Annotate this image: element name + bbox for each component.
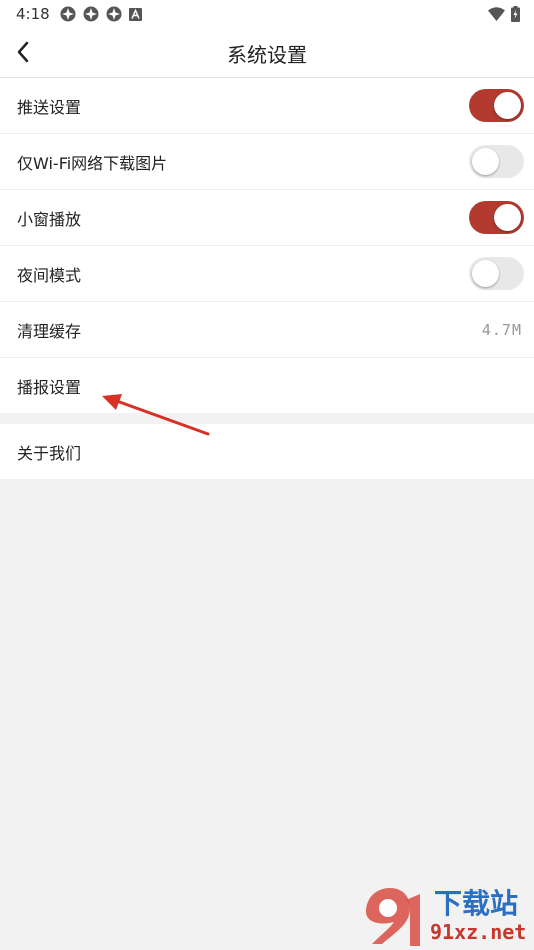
notification-icon bbox=[60, 6, 76, 22]
annotation-arrow-icon bbox=[102, 394, 210, 436]
a-icon bbox=[129, 7, 142, 21]
push-toggle[interactable] bbox=[469, 89, 524, 122]
toggle-knob bbox=[472, 148, 499, 175]
wifi-images-toggle[interactable] bbox=[469, 145, 524, 178]
wifi-icon bbox=[488, 7, 505, 21]
setting-row-wifi-images[interactable]: 仅Wi-Fi网络下载图片 bbox=[0, 134, 534, 190]
cache-size-value: 4.7M bbox=[481, 320, 522, 339]
setting-label: 关于我们 bbox=[17, 443, 82, 463]
status-notification-icons bbox=[60, 6, 142, 22]
notification-icon bbox=[83, 6, 99, 22]
setting-row-about[interactable]: 关于我们 bbox=[0, 424, 534, 479]
settings-list: 推送设置 仅Wi-Fi网络下载图片 小窗播放 夜间模式 清理缓存 4.7M 播报… bbox=[0, 78, 534, 413]
status-bar: 4:18 bbox=[0, 0, 534, 28]
setting-label: 夜间模式 bbox=[17, 265, 82, 285]
page-title: 系统设置 bbox=[227, 43, 307, 67]
mini-window-toggle[interactable] bbox=[469, 201, 524, 234]
setting-row-mini-window[interactable]: 小窗播放 bbox=[0, 190, 534, 246]
battery-icon bbox=[511, 6, 520, 22]
setting-label: 推送设置 bbox=[17, 97, 82, 117]
status-system-icons bbox=[488, 6, 520, 22]
toggle-knob bbox=[472, 260, 499, 287]
night-mode-toggle[interactable] bbox=[469, 257, 524, 290]
notification-icon bbox=[106, 6, 122, 22]
about-section: 关于我们 bbox=[0, 424, 534, 479]
watermark: 下载站 91xz.net bbox=[360, 884, 534, 950]
watermark-logo-icon bbox=[366, 888, 420, 946]
watermark-sub-text: 91xz.net bbox=[430, 920, 527, 944]
setting-label: 播报设置 bbox=[17, 377, 82, 397]
app-header: 系统设置 bbox=[0, 28, 534, 78]
setting-label: 仅Wi-Fi网络下载图片 bbox=[17, 153, 168, 173]
setting-row-night-mode[interactable]: 夜间模式 bbox=[0, 246, 534, 302]
toggle-knob bbox=[494, 92, 521, 119]
setting-label: 清理缓存 bbox=[17, 321, 82, 341]
toggle-knob bbox=[494, 204, 521, 231]
setting-label: 小窗播放 bbox=[17, 209, 82, 229]
setting-row-broadcast[interactable]: 播报设置 bbox=[0, 358, 534, 413]
status-time: 4:18 bbox=[16, 5, 50, 23]
setting-row-clear-cache[interactable]: 清理缓存 4.7M bbox=[0, 302, 534, 358]
setting-row-push[interactable]: 推送设置 bbox=[0, 78, 534, 134]
watermark-main-text: 下载站 bbox=[434, 887, 519, 920]
